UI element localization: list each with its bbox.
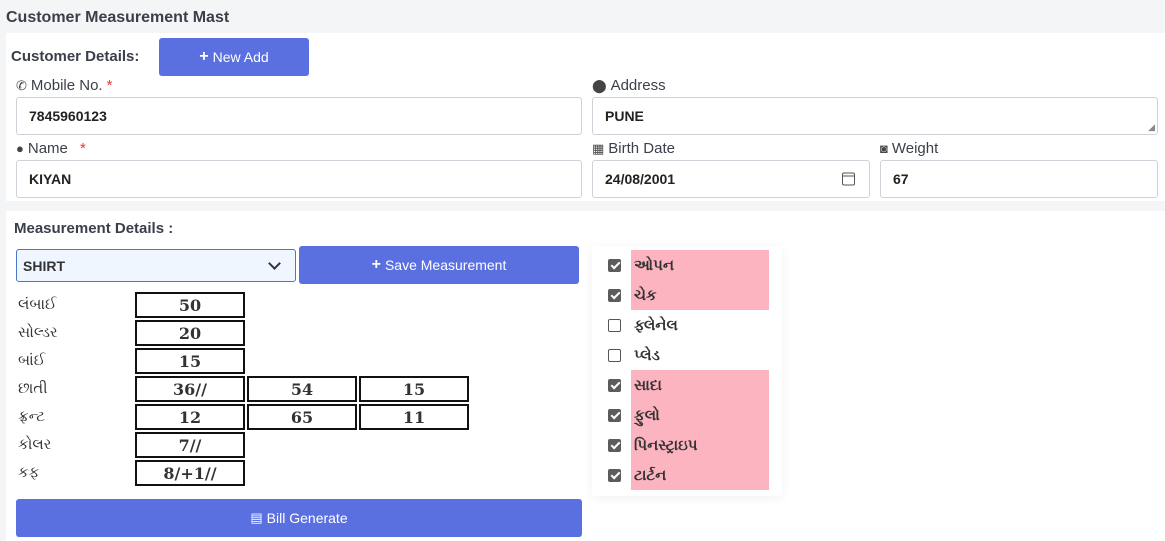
measurement-value[interactable]: 11 — [359, 404, 469, 430]
measurement-value[interactable]: 65 — [247, 404, 357, 430]
checkbox[interactable] — [608, 378, 621, 392]
plus-icon: + — [371, 256, 381, 273]
checkbox[interactable] — [608, 408, 621, 422]
measurement-details-label: Measurement Details : — [14, 220, 174, 237]
checkbox[interactable] — [608, 318, 621, 332]
measurement-value[interactable]: 12 — [135, 404, 245, 430]
name-input[interactable]: KIYAN — [16, 160, 582, 198]
checkbox[interactable] — [608, 288, 621, 302]
measurement-label: લંબાઈ — [18, 295, 57, 313]
name-label: ● Name * — [16, 140, 86, 157]
option-row[interactable]: સાદા — [600, 370, 770, 400]
chevron-down-icon — [268, 257, 281, 270]
measurement-value[interactable]: 50 — [135, 292, 245, 318]
measurement-label: ફ્રન્ટ — [18, 407, 45, 425]
measurement-value[interactable]: 15 — [135, 348, 245, 374]
garment-select[interactable]: SHIRT — [16, 249, 296, 282]
option-row[interactable]: ફ્લેનેલ — [600, 310, 770, 340]
save-measurement-label: Save Measurement — [384, 257, 507, 273]
mobile-input[interactable]: 7845960123 — [16, 97, 582, 135]
option-label: પિનસ્ટ્રાઇપ — [631, 430, 769, 460]
measurement-value[interactable]: 7// — [135, 432, 245, 458]
calendar-icon: ▦ — [592, 140, 605, 156]
option-row[interactable]: ઓપન — [600, 250, 770, 280]
option-row[interactable]: પ્લેડ — [600, 340, 770, 370]
calendar-picker-icon[interactable] — [842, 172, 855, 186]
bill-generate-button[interactable]: ▤ Bill Generate — [16, 499, 582, 537]
file-icon: ▤ — [250, 510, 263, 525]
birth-date-label: ▦ Birth Date — [592, 140, 675, 157]
option-label: પ્લેડ — [634, 346, 660, 364]
measurement-label: બાંઈ — [18, 351, 46, 369]
scale-icon: ◙ — [880, 141, 888, 156]
measurement-value[interactable]: 15 — [359, 376, 469, 402]
user-icon: ● — [16, 141, 24, 156]
plus-icon: + — [199, 48, 209, 65]
mobile-label: ✆ Mobile No. * — [16, 77, 113, 94]
resize-handle-icon[interactable]: ◢ — [1148, 123, 1155, 132]
birth-date-input[interactable]: 24/08/2001 — [592, 160, 870, 198]
checkbox[interactable] — [608, 438, 621, 452]
checkbox[interactable] — [608, 258, 621, 272]
option-label: ટાર્ટન — [631, 460, 769, 490]
measurement-label: કફ — [18, 463, 40, 481]
measurement-value[interactable]: 54 — [247, 376, 357, 402]
option-label: ઓપન — [631, 250, 769, 280]
page-title: Customer Measurement Mast — [6, 9, 230, 26]
checkbox[interactable] — [608, 348, 621, 362]
save-measurement-button[interactable]: + Save Measurement — [299, 246, 579, 284]
option-row[interactable]: ચેક — [600, 280, 770, 310]
option-label: સાદા — [631, 370, 769, 400]
option-row[interactable]: પિનસ્ટ્રાઇપ — [600, 430, 770, 460]
option-row[interactable]: ફુલો — [600, 400, 770, 430]
option-row[interactable]: ટાર્ટન — [600, 460, 770, 490]
measurement-value[interactable]: 36// — [135, 376, 245, 402]
new-add-button[interactable]: + New Add — [159, 38, 309, 76]
measurement-label: છાતી — [18, 379, 48, 397]
checkbox[interactable] — [608, 468, 621, 482]
measurement-value[interactable]: 8/+1// — [135, 460, 245, 486]
option-label: ફ્લેનેલ — [634, 316, 678, 334]
measurement-value[interactable]: 20 — [135, 320, 245, 346]
phone-icon: ✆ — [16, 77, 27, 93]
option-label: ચેક — [631, 280, 769, 310]
address-label: ⬤ Address — [592, 77, 666, 94]
map-marker-icon: ⬤ — [592, 77, 607, 93]
measurement-label: સોલ્ડર — [18, 323, 58, 341]
option-label: ફુલો — [631, 400, 769, 430]
address-textarea[interactable]: PUNE ◢ — [592, 97, 1158, 135]
weight-input[interactable]: 67 — [880, 160, 1158, 198]
customer-details-label: Customer Details: — [11, 48, 140, 65]
weight-label: ◙ Weight — [880, 140, 939, 157]
new-add-label: New Add — [212, 49, 269, 65]
bill-generate-label: Bill Generate — [266, 510, 348, 526]
measurement-label: કોલર — [18, 435, 52, 453]
